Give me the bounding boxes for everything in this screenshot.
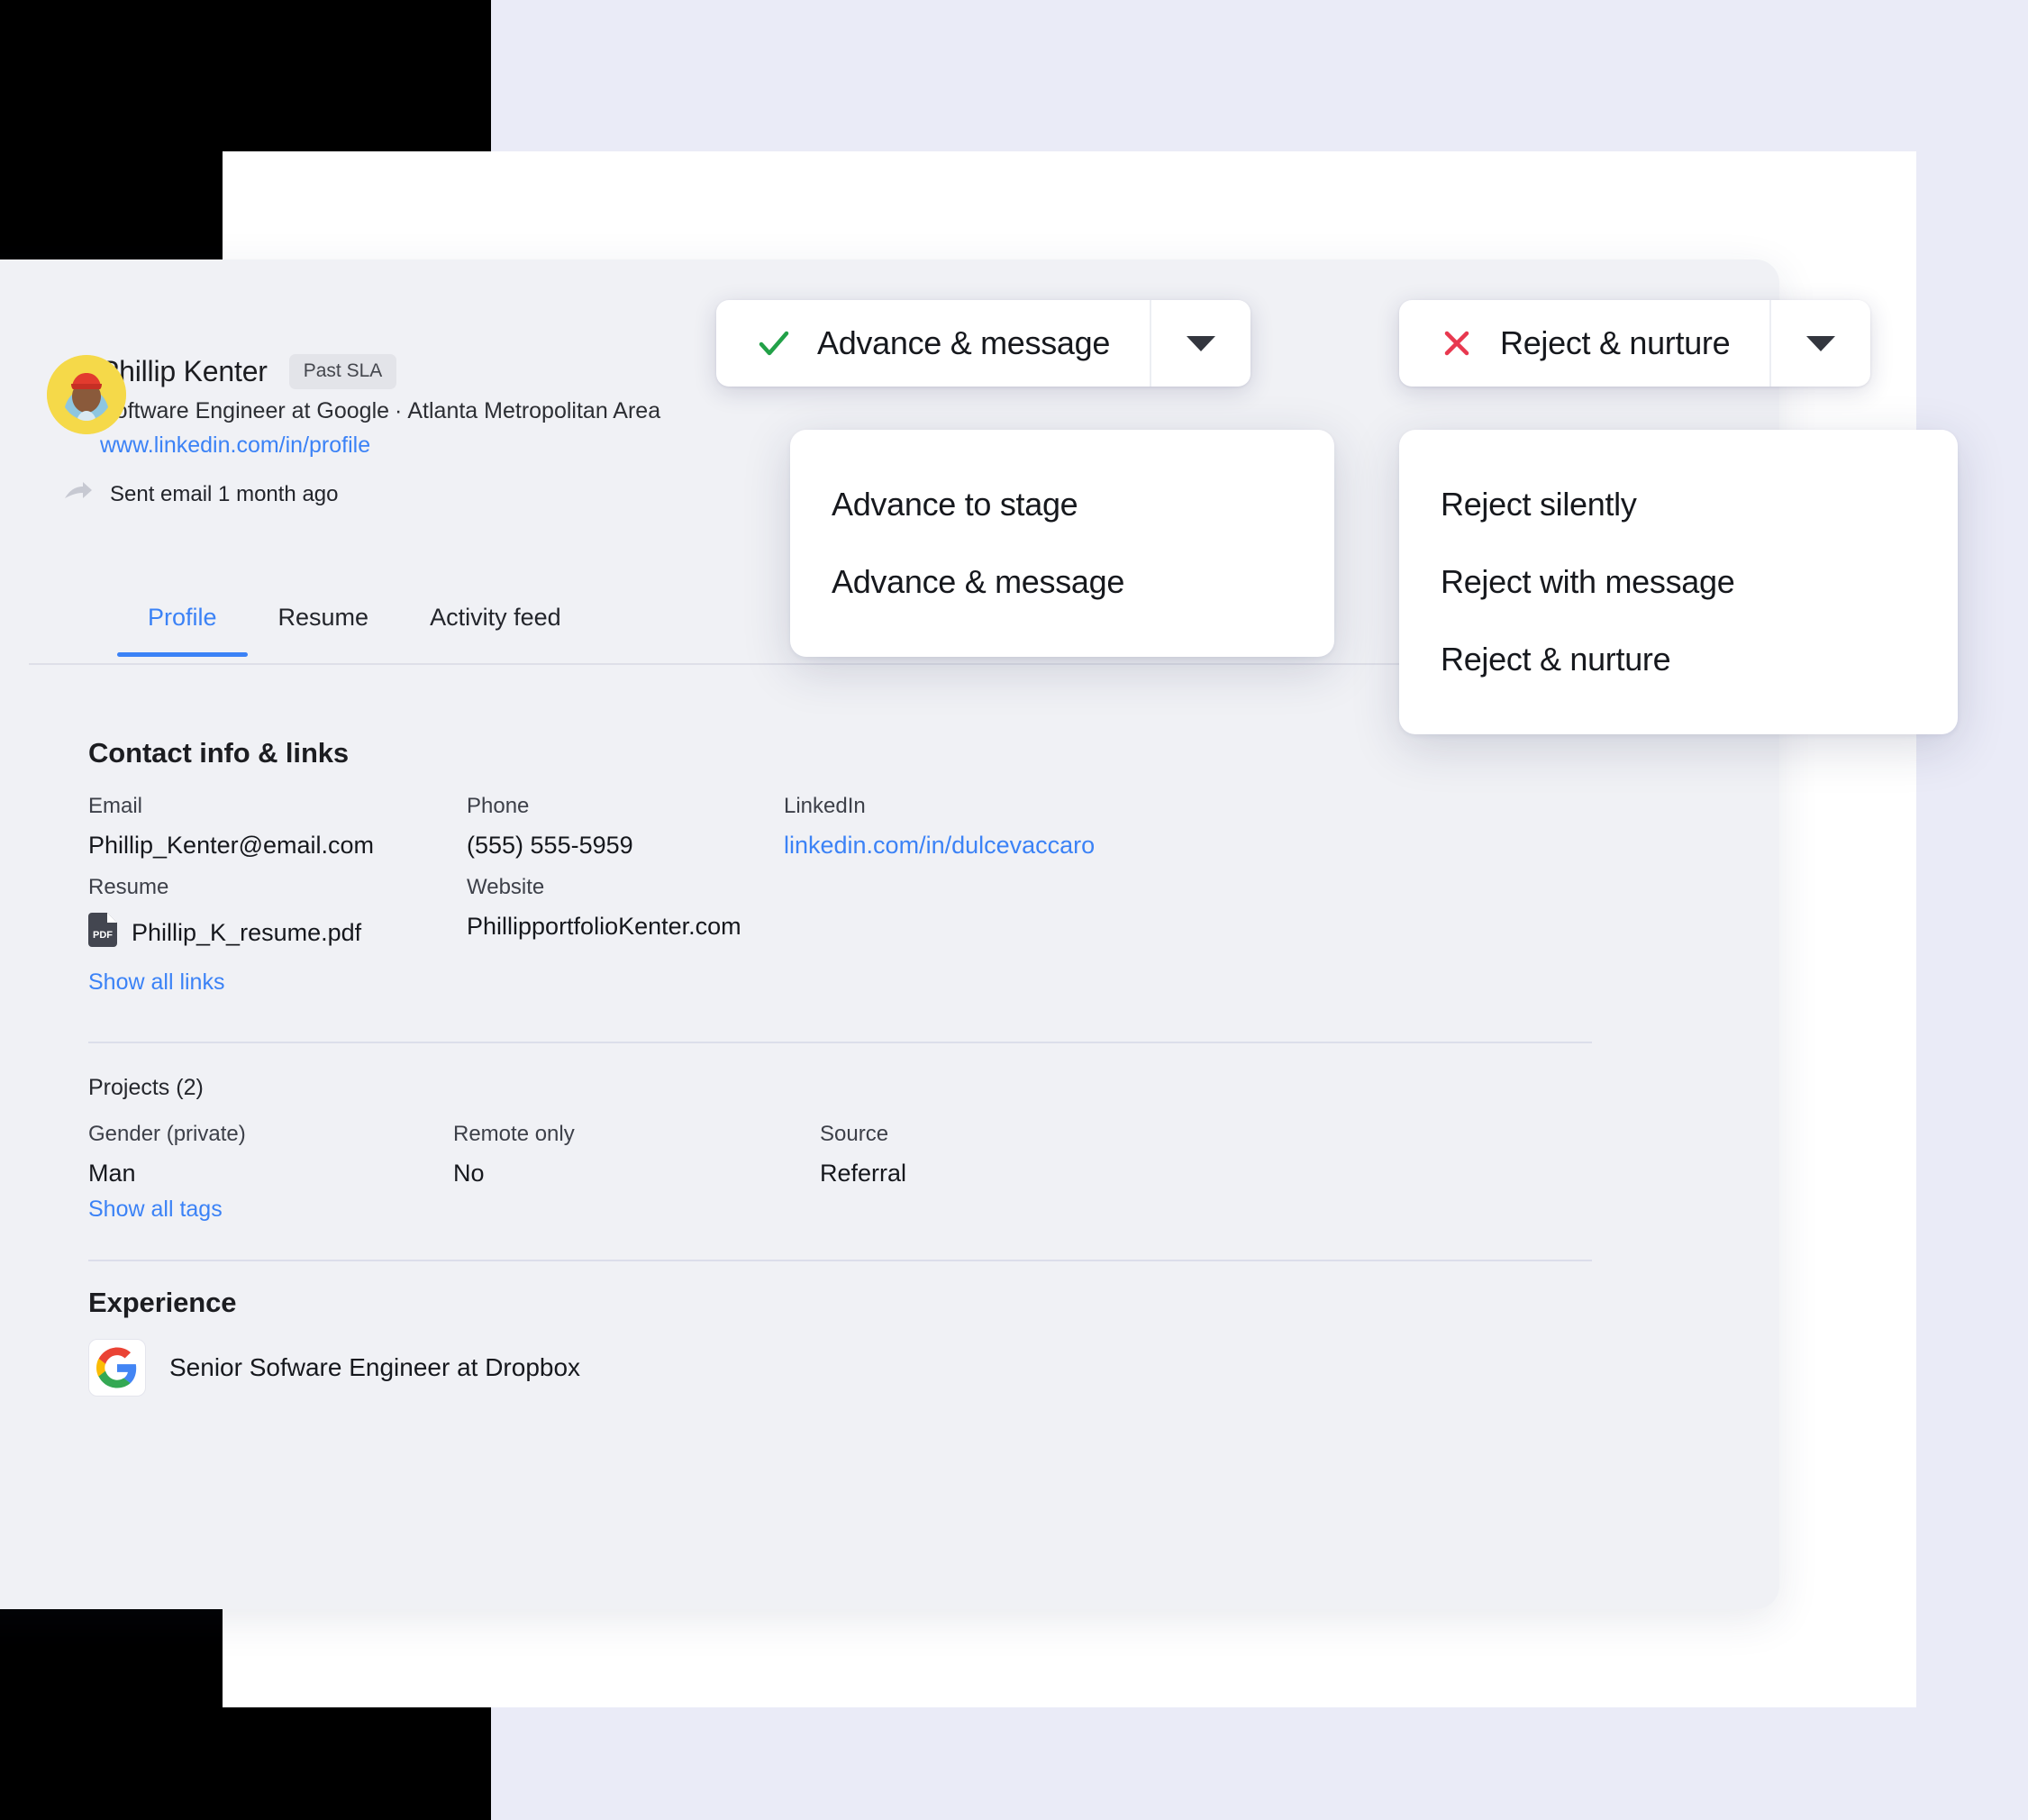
advance-button-label: Advance & message xyxy=(817,324,1111,361)
candidate-headline: Software Engineer at Google · Atlanta Metr… xyxy=(100,398,660,424)
show-all-links-button[interactable]: Show all links xyxy=(88,969,224,996)
field-gender-value: Man xyxy=(88,1160,136,1187)
forward-arrow-icon xyxy=(63,480,94,508)
field-gender: Gender (private) Man xyxy=(88,1122,246,1188)
menu-item-advance-to-stage[interactable]: Advance to stage xyxy=(790,466,1334,543)
menu-item-advance-and-message[interactable]: Advance & message xyxy=(790,543,1334,621)
advance-dropdown-toggle[interactable] xyxy=(1150,300,1250,387)
field-resume-label: Resume xyxy=(88,875,169,899)
field-phone-value: (555) 555-5959 xyxy=(467,832,633,859)
candidate-profile-link[interactable]: www.linkedin.com/in/profile xyxy=(100,432,660,459)
candidate-identity-block: Phillip Kenter Past SLA Software Enginee… xyxy=(47,353,660,459)
field-phone: Phone (555) 555-5959 xyxy=(467,794,633,860)
section-divider xyxy=(88,1260,1592,1261)
chevron-down-icon xyxy=(1806,335,1836,351)
field-website-value: PhillipportfolioKenter.com xyxy=(467,913,741,940)
experience-section-title: Experience xyxy=(88,1287,237,1318)
contact-section-title: Contact info & links xyxy=(88,737,350,769)
section-divider xyxy=(88,1042,1592,1043)
experience-item-text: Senior Sofware Engineer at Dropbox xyxy=(169,1353,581,1381)
tab-activity-feed[interactable]: Activity feed xyxy=(399,598,592,655)
last-activity-row: Sent email 1 month ago xyxy=(63,480,339,508)
name-row: Phillip Kenter Past SLA xyxy=(100,353,660,389)
avatar xyxy=(47,355,126,434)
field-linkedin-value[interactable]: linkedin.com/in/dulcevaccaro xyxy=(784,832,1095,860)
field-source-value: Referral xyxy=(820,1160,907,1187)
menu-item-reject-silently[interactable]: Reject silently xyxy=(1399,466,1958,543)
field-website: Website PhillipportfolioKenter.com xyxy=(467,875,741,941)
field-remote-only: Remote only No xyxy=(453,1122,575,1188)
reject-split-button: Reject & nurture xyxy=(1399,300,1871,387)
reject-and-nurture-button[interactable]: Reject & nurture xyxy=(1399,300,1769,387)
field-source: Source Referral xyxy=(820,1122,906,1188)
field-linkedin: LinkedIn linkedin.com/in/dulcevaccaro xyxy=(784,794,1095,860)
menu-item-reject-with-message[interactable]: Reject with message xyxy=(1399,543,1958,621)
field-phone-label: Phone xyxy=(467,794,530,818)
advance-split-button: Advance & message xyxy=(716,300,1251,387)
list-item[interactable]: Senior Sofware Engineer at Dropbox xyxy=(88,1339,580,1397)
menu-item-reject-and-nurture[interactable]: Reject & nurture xyxy=(1399,621,1958,698)
check-icon xyxy=(756,325,792,361)
field-email-label: Email xyxy=(88,794,143,818)
field-website-label: Website xyxy=(467,875,545,899)
reject-button-label: Reject & nurture xyxy=(1500,324,1731,361)
status-badge: Past SLA xyxy=(288,353,397,389)
advance-dropdown-menu: Advance to stage Advance & message xyxy=(790,430,1334,657)
reject-dropdown-menu: Reject silently Reject with message Reje… xyxy=(1399,430,1958,734)
field-resume: Resume PDF Phillip_K_resume.pdf xyxy=(88,875,361,953)
chevron-down-icon xyxy=(1187,335,1216,351)
location-text: Atlanta Metropolitan Area xyxy=(407,398,661,423)
google-logo-icon xyxy=(88,1339,146,1397)
field-remote-only-value: No xyxy=(453,1160,485,1187)
show-all-tags-button[interactable]: Show all tags xyxy=(88,1197,223,1223)
field-remote-only-label: Remote only xyxy=(453,1122,575,1146)
headline-text: Software Engineer at Google xyxy=(100,398,390,423)
reject-dropdown-toggle[interactable] xyxy=(1769,300,1870,387)
projects-count-label: Projects (2) xyxy=(88,1075,204,1100)
headline-separator: · xyxy=(395,398,403,423)
field-resume-value-row: PDF Phillip_K_resume.pdf xyxy=(88,913,361,953)
svg-text:PDF: PDF xyxy=(93,930,113,941)
pdf-file-icon: PDF xyxy=(88,913,117,953)
field-email-value: Phillip_Kenter@email.com xyxy=(88,832,375,859)
advance-and-message-button[interactable]: Advance & message xyxy=(716,300,1150,387)
field-gender-label: Gender (private) xyxy=(88,1122,246,1146)
field-linkedin-label: LinkedIn xyxy=(784,794,866,818)
tab-resume[interactable]: Resume xyxy=(248,598,400,655)
page-title: Phillip Kenter xyxy=(100,354,268,387)
tab-profile[interactable]: Profile xyxy=(117,598,248,657)
last-activity-label: Sent email 1 month ago xyxy=(110,481,339,506)
field-source-label: Source xyxy=(820,1122,889,1146)
field-resume-value[interactable]: Phillip_K_resume.pdf xyxy=(132,919,361,947)
field-email: Email Phillip_Kenter@email.com xyxy=(88,794,374,860)
close-x-icon xyxy=(1439,325,1475,361)
